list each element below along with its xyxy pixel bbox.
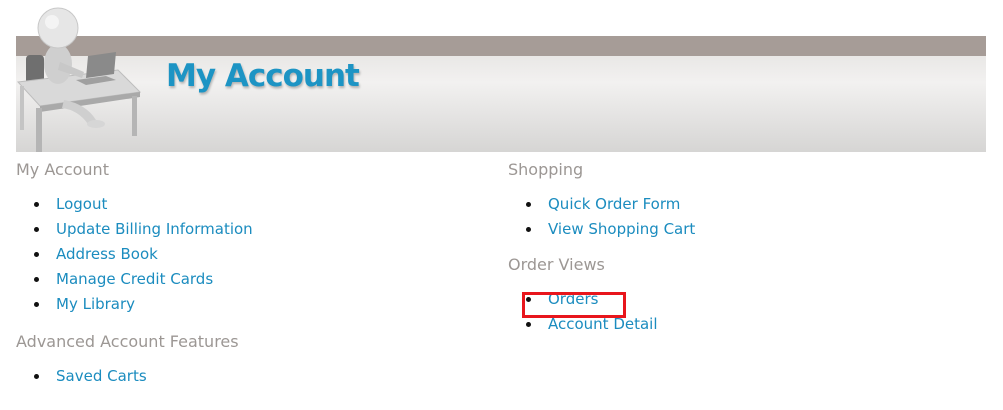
banner-stripe xyxy=(16,36,986,56)
my-library-link[interactable]: My Library xyxy=(56,295,135,313)
bullet-icon xyxy=(526,227,531,232)
bullet-icon xyxy=(34,302,39,307)
bullet-icon xyxy=(526,297,531,302)
account-detail-link[interactable]: Account Detail xyxy=(548,315,658,333)
my-account-list: Logout Update Billing Information Addres… xyxy=(16,192,486,317)
advanced-features-list: Saved Carts xyxy=(16,364,486,389)
saved-carts-link[interactable]: Saved Carts xyxy=(56,367,147,385)
list-item: My Library xyxy=(16,292,486,317)
order-views-heading: Order Views xyxy=(508,255,605,274)
bullet-icon xyxy=(34,374,39,379)
advanced-features-heading: Advanced Account Features xyxy=(16,332,239,351)
bullet-icon xyxy=(526,202,531,207)
list-item: Quick Order Form xyxy=(508,192,978,217)
logout-link[interactable]: Logout xyxy=(56,195,107,213)
list-item: Saved Carts xyxy=(16,364,486,389)
update-billing-link[interactable]: Update Billing Information xyxy=(56,220,253,238)
my-account-column: My Account Logout Update Billing Informa… xyxy=(16,158,486,389)
list-item: Update Billing Information xyxy=(16,217,486,242)
shopping-heading: Shopping xyxy=(508,160,584,179)
order-views-list: Orders Account Detail xyxy=(508,287,978,337)
bullet-icon xyxy=(34,252,39,257)
bullet-icon xyxy=(526,322,531,327)
bullet-icon xyxy=(34,202,39,207)
bullet-icon xyxy=(34,277,39,282)
quick-order-form-link[interactable]: Quick Order Form xyxy=(548,195,680,213)
list-item: Logout xyxy=(16,192,486,217)
address-book-link[interactable]: Address Book xyxy=(56,245,158,263)
manage-credit-cards-link[interactable]: Manage Credit Cards xyxy=(56,270,213,288)
shopping-column: Shopping Quick Order Form View Shopping … xyxy=(508,158,978,337)
bullet-icon xyxy=(34,227,39,232)
list-item: View Shopping Cart xyxy=(508,217,978,242)
shopping-list: Quick Order Form View Shopping Cart xyxy=(508,192,978,242)
page-title: My Account xyxy=(166,58,360,94)
list-item: Account Detail xyxy=(508,312,978,337)
page-banner: My Account xyxy=(16,36,986,152)
list-item: Address Book xyxy=(16,242,486,267)
my-account-heading: My Account xyxy=(16,160,109,179)
list-item: Manage Credit Cards xyxy=(16,267,486,292)
view-shopping-cart-link[interactable]: View Shopping Cart xyxy=(548,220,695,238)
orders-link[interactable]: Orders xyxy=(548,290,598,308)
desk-figure-illustration xyxy=(16,7,142,152)
list-item: Orders xyxy=(508,287,978,312)
